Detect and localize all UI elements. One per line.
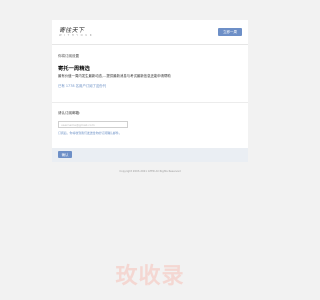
card-header: 寄往天下 W I T H Y O U R 立即一周 [52, 20, 248, 45]
logo-tagline: W I T H Y O U R [59, 34, 93, 37]
divider [52, 102, 248, 103]
subscription-card: 寄往天下 W I T H Y O U R 立即一周 你将订阅设置 寄托一周精选 … [52, 20, 248, 162]
email-hint: 订阅后，你将收到我们发送给你的订阅确认邮件。 [58, 131, 122, 135]
email-field[interactable] [58, 121, 128, 128]
newsletter-description: 最有价值一周内发生最新动态,...提供最新消息与考试最新信息还能申请帮助 [58, 74, 171, 78]
confirm-button[interactable]: 确认 [58, 151, 72, 158]
site-logo[interactable]: 寄往天下 [59, 25, 84, 34]
form-footer: 确认 [52, 148, 248, 162]
watermark-logo: 玫收录 [115, 264, 185, 289]
subscriber-count: 已有 1778 名用户订阅了这份刊 [58, 84, 107, 88]
email-label: 请认订阅邮箱: [58, 111, 81, 115]
subscribe-prompt: 你将订阅设置 [58, 54, 79, 58]
copyright-text: Copyright 2003-2021 GTER All Rights Rese… [119, 170, 181, 173]
newsletter-title: 寄托一周精选 [58, 66, 90, 72]
subscribe-button[interactable]: 立即一周 [218, 28, 242, 36]
